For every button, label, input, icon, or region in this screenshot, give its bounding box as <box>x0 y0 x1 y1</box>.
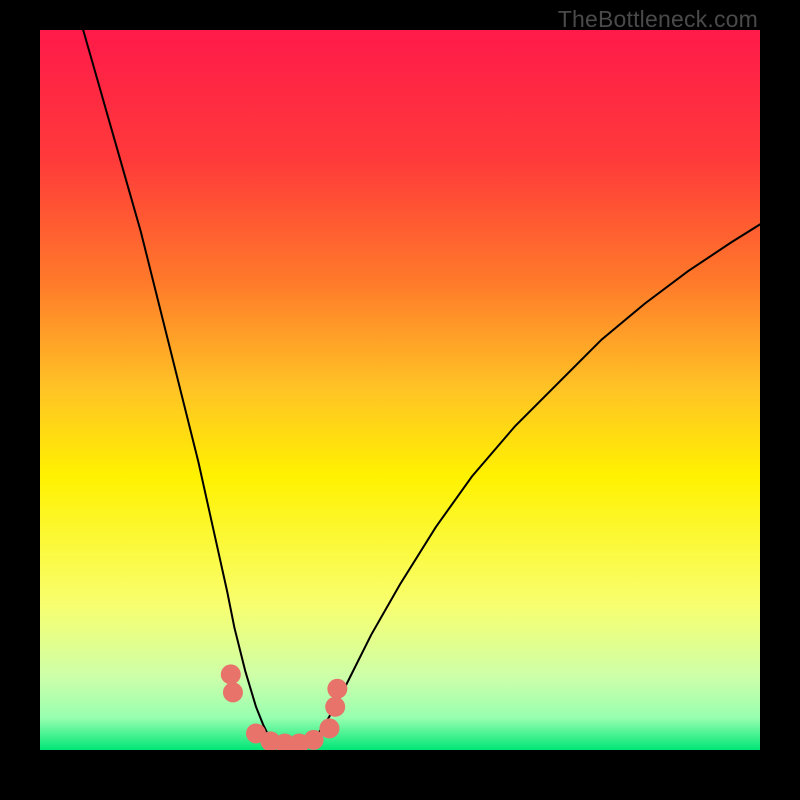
marker-dot <box>327 679 347 699</box>
marker-dot <box>319 718 339 738</box>
gradient-background <box>40 30 760 750</box>
chart-frame: TheBottleneck.com <box>0 0 800 800</box>
plot-area <box>40 30 760 750</box>
marker-dot <box>221 664 241 684</box>
marker-dot <box>325 697 345 717</box>
marker-dot <box>223 682 243 702</box>
chart-svg <box>40 30 760 750</box>
watermark-text: TheBottleneck.com <box>558 6 758 33</box>
